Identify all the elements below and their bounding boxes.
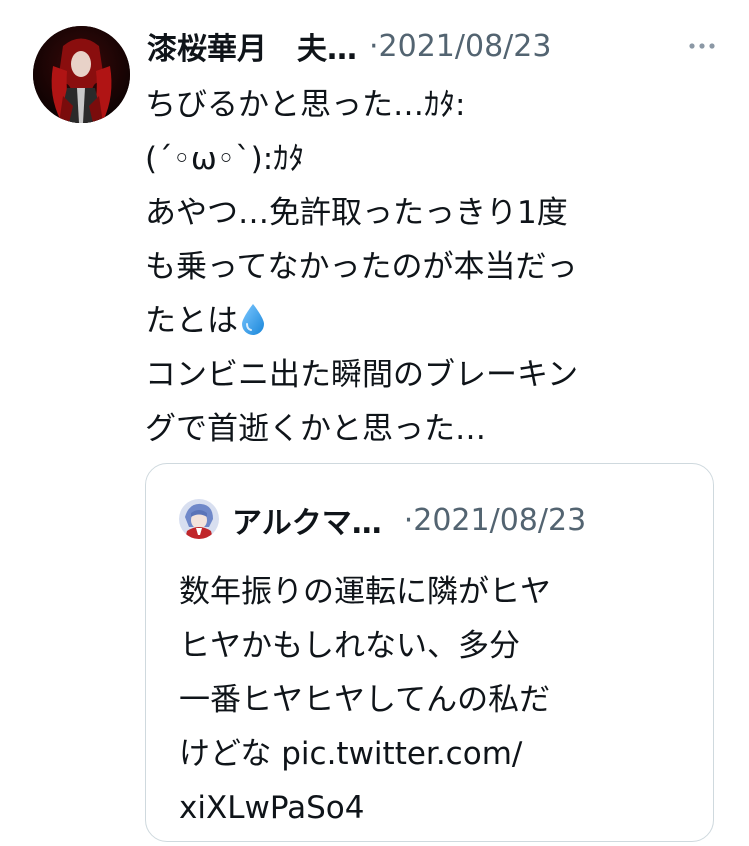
tweet-text: ちびるかと思った…ｶﾀ: (´◦ω◦`):ｶﾀ あやつ…免許取ったっきり1度 も…: [145, 78, 735, 456]
quoted-text-line: xiXLwPaSo4: [179, 790, 365, 826]
quoted-tweet-date: 2021/08/23: [413, 502, 587, 538]
tweet-date[interactable]: 2021/08/23: [379, 29, 552, 64]
tweet[interactable]: 漆桜華月 夫… · 2021/08/23 ちびるかと思った…ｶﾀ: (´◦ω◦`…: [0, 0, 749, 846]
tweet-text-segment: たとは: [145, 303, 238, 339]
author-name[interactable]: 漆桜華月 夫…: [147, 24, 357, 68]
more-horizontal-icon: [689, 43, 715, 49]
tweet-text-line: (´◦ω◦`):ｶﾀ: [145, 141, 305, 177]
droplet-icon: [240, 298, 266, 352]
quoted-text-line: けどな pic.twitter.com/: [179, 736, 523, 772]
quoted-text-line: ヒヤかもしれない、多分: [179, 628, 520, 664]
quoted-text-line: 数年振りの運転に隣がヒヤ: [179, 574, 551, 610]
quoted-tweet-text: 数年振りの運転に隣がヒヤ ヒヤかもしれない、多分 一番ヒヤヒヤしてんの私だ けど…: [179, 565, 699, 835]
tweet-text-line: ちびるかと思った…ｶﾀ:: [145, 87, 466, 123]
quoted-text-line: 一番ヒヤヒヤしてんの私だ: [179, 682, 551, 718]
tweet-text-line-with-emoji: たとは: [145, 294, 735, 348]
tweet-text-line: グで首逝くかと思った…: [145, 411, 486, 447]
avatar-image: [33, 26, 130, 123]
quoted-date-separator: ·: [403, 502, 414, 538]
quoted-author-name: アルクマ…: [232, 506, 382, 541]
quoted-author-avatar: [179, 499, 219, 539]
quoted-tweet-card[interactable]: アルクマ… · 2021/08/23 数年振りの運転に隣がヒヤ ヒヤかもしれない…: [145, 463, 714, 842]
more-options-button[interactable]: [677, 18, 727, 74]
quoted-avatar-image: [179, 499, 219, 539]
date-separator: ·: [369, 28, 379, 64]
tweet-text-line: コンビニ出た瞬間のブレーキン: [145, 357, 579, 393]
tweet-text-line: あやつ…免許取ったっきり1度: [145, 195, 568, 231]
tweet-text-line: も乗ってなかったのが本当だっ: [145, 249, 578, 285]
quoted-tweet-header: アルクマ… · 2021/08/23: [232, 492, 586, 548]
author-avatar[interactable]: [33, 26, 130, 123]
tweet-header: 漆桜華月 夫… · 2021/08/23: [147, 18, 727, 74]
